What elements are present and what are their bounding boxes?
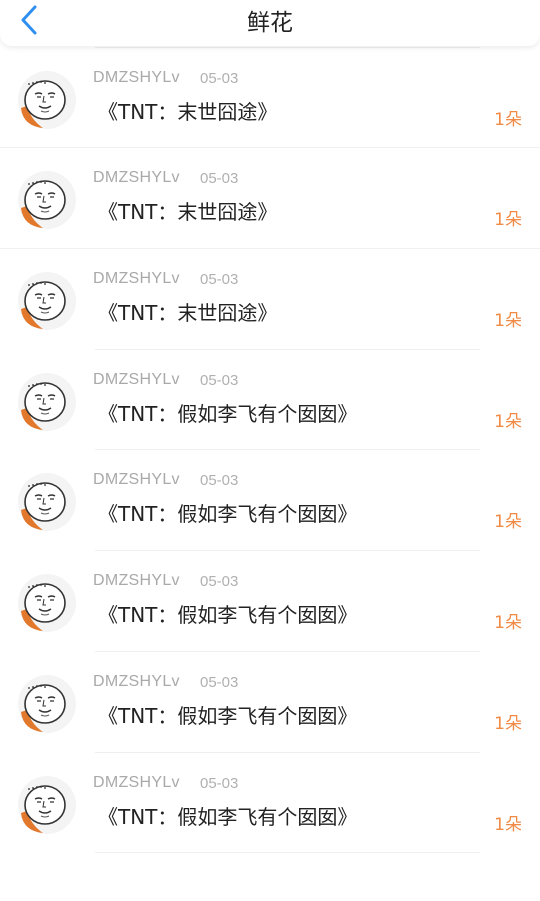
book-title[interactable]: 《TNT：假如李飞有个囡囡》 [98,700,357,729]
flower-count: 1朵 [494,411,522,432]
list-item[interactable]: DMZSHYLv 05-03 《TNT：假如李飞有个囡囡》 1朵 [0,551,540,652]
list-item[interactable]: DMZSHYLv 05-03 《TNT：末世囧途》 1朵 [0,148,540,250]
list-item[interactable]: DMZSHYLv 05-03 《TNT：末世囧途》 1朵 [0,249,540,350]
timestamp: 05-03 [200,371,239,389]
top-bar: 鲜花 [0,0,540,46]
book-title[interactable]: 《TNT：假如李飞有个囡囡》 [98,498,357,527]
username[interactable]: DMZSHYLv [93,371,180,389]
timestamp: 05-03 [200,573,239,591]
flower-count: 1朵 [494,512,522,533]
flower-count: 1朵 [494,311,522,332]
timestamp: 05-03 [200,170,239,188]
flower-count: 1朵 [494,210,522,231]
timestamp: 05-03 [200,774,239,792]
avatar[interactable] [17,170,77,230]
username[interactable]: DMZSHYLv [93,69,180,87]
username[interactable]: DMZSHYLv [93,572,180,590]
timestamp: 05-03 [200,69,239,87]
list-item[interactable]: DMZSHYLv 05-03 《TNT：假如李飞有个囡囡》 1朵 [0,450,540,552]
list-item[interactable]: DMZSHYLv 05-03 《TNT：末世囧途》 1朵 [0,48,540,149]
avatar[interactable] [17,573,77,633]
page-title: 鲜花 [247,10,293,36]
book-title[interactable]: 《TNT：末世囧途》 [98,196,277,225]
flower-count: 1朵 [494,613,522,634]
avatar[interactable] [17,775,77,835]
book-title[interactable]: 《TNT：假如李飞有个囡囡》 [98,398,357,427]
timestamp: 05-03 [200,673,239,691]
book-title[interactable]: 《TNT：假如李飞有个囡囡》 [98,801,357,830]
list-item[interactable]: DMZSHYLv 05-03 《TNT：假如李飞有个囡囡》 1朵 [0,652,540,753]
book-title[interactable]: 《TNT：末世囧途》 [98,297,277,326]
timestamp: 05-03 [200,472,239,490]
avatar[interactable] [17,674,77,734]
flower-count: 1朵 [494,713,522,734]
username[interactable]: DMZSHYLv [93,471,180,489]
username[interactable]: DMZSHYLv [93,270,180,288]
list-item[interactable]: DMZSHYLv 05-03 《TNT：假如李飞有个囡囡》 1朵 [0,753,540,854]
avatar[interactable] [17,372,77,432]
book-title[interactable]: 《TNT：假如李飞有个囡囡》 [98,599,357,628]
username[interactable]: DMZSHYLv [93,169,180,187]
list-item[interactable]: DMZSHYLv 05-03 《TNT：假如李飞有个囡囡》 1朵 [0,350,540,451]
flower-count: 1朵 [494,814,522,835]
divider [95,852,480,854]
avatar[interactable] [17,472,77,532]
book-title[interactable]: 《TNT：末世囧途》 [98,96,277,125]
username[interactable]: DMZSHYLv [93,774,180,792]
flower-count: 1朵 [494,109,522,130]
flower-list: DMZSHYLv 05-03 《TNT：末世囧途》 1朵 DMZSHYLv 05… [0,0,540,854]
avatar[interactable] [17,271,77,331]
timestamp: 05-03 [200,271,239,289]
username[interactable]: DMZSHYLv [93,673,180,691]
avatar[interactable] [17,70,77,130]
